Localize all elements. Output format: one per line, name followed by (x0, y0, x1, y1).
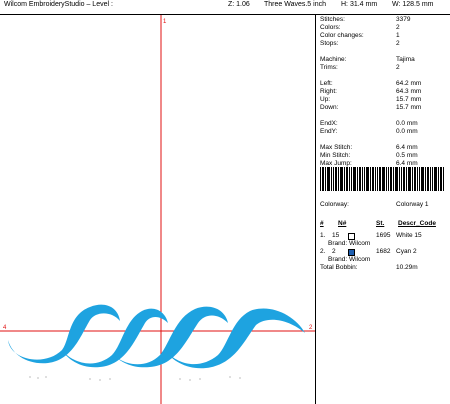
col-header-sl: St. (376, 220, 385, 227)
stat-row: Machine: Tajima (320, 56, 415, 63)
title-bar: Wilcom EmbroideryStudio – Level : Z: 1.0… (0, 0, 450, 15)
design-preview: 1 4 2 (0, 15, 315, 404)
stat-row: Stitches: 3379 (320, 16, 411, 23)
total-bobbin-row: Total Bobbin: 10.29m (320, 264, 418, 271)
colorway-value: Colorway 1 (396, 201, 429, 208)
stat-row: EndX: 0.0 mm (320, 120, 418, 127)
stat-row: Color changes: 1 (320, 32, 400, 39)
color-swatch (348, 233, 355, 240)
color-row: 2. 2 1682 Cyan 2 (320, 248, 417, 256)
zoom-readout: Z: 1.06 (228, 1, 250, 8)
barcode (320, 167, 444, 191)
brand-label: Brand: Wilcom (328, 240, 371, 247)
design-info-panel: Stitches: 3379 Colors: 2 Color changes: 1 S… (318, 15, 450, 404)
col-header-n: N# (338, 220, 347, 227)
stat-row: Up: 15.7 mm (320, 96, 422, 103)
stat-row: Stops: 2 (320, 40, 400, 47)
design-canvas[interactable]: 1 4 2 (0, 15, 316, 404)
axis-top-label: 1 (163, 19, 167, 25)
design-height: H: 31.4 mm (341, 1, 378, 8)
design-name: Three Waves.5 inch (264, 1, 326, 8)
design-width: W: 128.5 mm (392, 1, 434, 8)
col-header-descr: Descr_Code (398, 220, 436, 227)
stat-row: Min Stitch: 0.5 mm (320, 152, 418, 159)
stat-row: Trims: 2 (320, 64, 400, 71)
axis-right-label: 2 (309, 325, 313, 331)
colorway-label: Colorway: (320, 201, 349, 208)
stitch-dots (29, 376, 241, 381)
axis-left-label: 4 (3, 325, 7, 331)
colorway-row: Colorway: Colorway 1 (320, 201, 446, 209)
wave-shape (8, 304, 120, 364)
col-header-num: # (320, 220, 324, 227)
app-title: Wilcom EmbroideryStudio – Level : (4, 1, 113, 8)
stat-row: Max Stitch: 6.4 mm (320, 144, 418, 151)
stat-row: EndY: 0.0 mm (320, 128, 418, 135)
stat-row: Left: 64.2 mm (320, 80, 422, 87)
wave-embroidery (8, 304, 305, 369)
stat-row: Colors: 2 (320, 24, 400, 31)
brand-label: Brand: Wilcom (328, 256, 371, 263)
stat-row: Right: 64.3 mm (320, 88, 422, 95)
stat-row: Down: 15.7 mm (320, 104, 422, 111)
color-row: 1. 15 1695 White 15 (320, 232, 422, 240)
color-swatch (348, 249, 355, 256)
